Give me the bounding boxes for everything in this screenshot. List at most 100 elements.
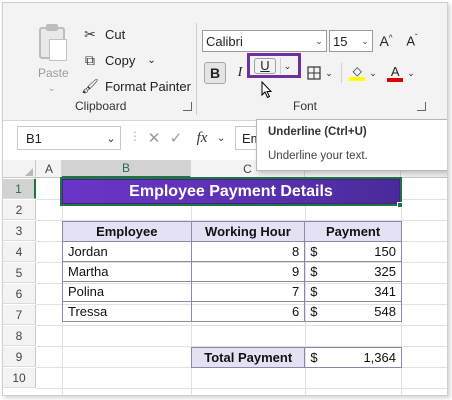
font-dialog-launcher-icon[interactable] bbox=[417, 102, 426, 111]
chevron-down-icon[interactable]: ⌄ bbox=[147, 55, 155, 66]
borders-button[interactable]: ⌄ bbox=[303, 62, 337, 84]
row-header[interactable]: 6 bbox=[3, 284, 36, 304]
hours-cell[interactable]: 7 bbox=[190, 281, 306, 302]
increase-font-size-button[interactable]: A^ bbox=[376, 30, 396, 52]
worksheet-grid[interactable]: A B C 1 2 3 4 5 6 7 8 9 10 Employee Paym… bbox=[3, 160, 447, 395]
select-all-button[interactable] bbox=[3, 160, 36, 178]
underline-tooltip: Underline (Ctrl+U) Underline your text. bbox=[256, 119, 447, 171]
cell-selection-outline bbox=[60, 177, 402, 206]
header-payment[interactable]: Payment bbox=[304, 221, 402, 242]
paste-button[interactable]: Paste ⌄ bbox=[25, 24, 77, 93]
table-row: Jordan 8 $ 150 bbox=[62, 241, 402, 262]
more-options-icon: ⋮ bbox=[129, 129, 141, 143]
cancel-icon[interactable]: ✕ bbox=[143, 129, 165, 147]
hours-cell[interactable]: 8 bbox=[190, 241, 306, 262]
payment-cell[interactable]: 548 bbox=[328, 301, 402, 322]
fill-color-button[interactable]: ◇ ⌄ bbox=[345, 62, 381, 84]
cell-reference: B1 bbox=[26, 130, 42, 146]
font-color-button[interactable]: A ⌄ bbox=[383, 62, 419, 84]
total-label-cell[interactable]: Total Payment bbox=[190, 347, 306, 368]
chevron-down-icon: ⌄ bbox=[48, 83, 56, 93]
row-header[interactable]: 4 bbox=[3, 242, 36, 262]
header-working-hour[interactable]: Working Hour bbox=[190, 221, 306, 242]
table-row: Tressa 6 $ 548 bbox=[62, 301, 402, 322]
insert-function-button[interactable]: fx bbox=[187, 130, 217, 147]
chevron-down-icon: ⌄ bbox=[369, 67, 377, 78]
total-value-cell[interactable]: 1,364 bbox=[328, 347, 402, 368]
font-name-dropdown[interactable]: Calibri ⌄ bbox=[202, 30, 327, 52]
hours-cell[interactable]: 6 bbox=[190, 301, 306, 322]
currency-cell[interactable]: $ bbox=[304, 281, 329, 302]
currency-cell[interactable]: $ bbox=[304, 241, 329, 262]
excel-window: Paste ⌄ ✂ Cut ⧉ Copy ⌄ 🖌 Format Painter … bbox=[2, 2, 448, 396]
format-painter-button[interactable]: 🖌 Format Painter bbox=[81, 77, 191, 95]
row-header[interactable]: 2 bbox=[3, 200, 36, 220]
column-header-a[interactable]: A bbox=[37, 160, 62, 178]
chevron-down-icon[interactable]: ⌄ bbox=[217, 133, 225, 144]
payment-cell[interactable]: 325 bbox=[328, 261, 402, 282]
enter-check-icon[interactable]: ✓ bbox=[165, 129, 187, 147]
bold-label: B bbox=[209, 65, 221, 81]
payment-cell[interactable]: 150 bbox=[328, 241, 402, 262]
total-currency-cell[interactable]: $ bbox=[304, 347, 329, 368]
table-row: Polina 7 $ 341 bbox=[62, 281, 402, 302]
italic-button[interactable]: I bbox=[232, 62, 248, 84]
font-color-icon: A bbox=[387, 65, 404, 82]
decrease-font-size-button[interactable]: Aˇ bbox=[401, 30, 423, 52]
column-header-b[interactable]: B bbox=[62, 160, 191, 178]
copy-button[interactable]: ⧉ Copy ⌄ bbox=[81, 51, 156, 69]
ribbon: Paste ⌄ ✂ Cut ⧉ Copy ⌄ 🖌 Format Painter … bbox=[3, 3, 447, 121]
table-row: Martha 9 $ 325 bbox=[62, 261, 402, 282]
header-employee[interactable]: Employee bbox=[62, 221, 192, 242]
chevron-down-icon[interactable]: ⌄ bbox=[280, 58, 294, 74]
clipboard-group-label: Clipboard bbox=[75, 99, 127, 113]
bold-button[interactable]: B bbox=[204, 62, 226, 84]
row-header[interactable]: 10 bbox=[3, 368, 36, 388]
format-painter-label: Format Painter bbox=[105, 78, 191, 94]
row-header[interactable]: 8 bbox=[3, 326, 36, 346]
row-header[interactable]: 5 bbox=[3, 263, 36, 283]
chevron-down-icon[interactable]: ⌄ bbox=[102, 132, 120, 145]
row-header[interactable]: 7 bbox=[3, 305, 36, 325]
tooltip-description: Underline your text. bbox=[268, 150, 368, 162]
payment-cell[interactable]: 341 bbox=[328, 281, 402, 302]
font-size-value: 15 bbox=[333, 33, 348, 49]
employee-cell[interactable]: Martha bbox=[62, 261, 192, 282]
group-separator bbox=[196, 23, 197, 115]
fill-handle[interactable] bbox=[397, 202, 403, 208]
row-header[interactable]: 1 bbox=[3, 179, 36, 199]
decrease-font-icon: Aˇ bbox=[406, 33, 418, 49]
hours-cell[interactable]: 9 bbox=[190, 261, 306, 282]
currency-cell[interactable]: $ bbox=[304, 261, 329, 282]
copy-icon: ⧉ bbox=[85, 51, 95, 68]
font-group-label: Font bbox=[293, 99, 318, 113]
underline-button[interactable]: U ⌄ bbox=[247, 53, 301, 78]
cut-button[interactable]: ✂ Cut bbox=[81, 25, 125, 43]
mouse-cursor-icon bbox=[261, 81, 273, 99]
employee-cell[interactable]: Tressa bbox=[62, 301, 192, 322]
cut-label: Cut bbox=[105, 26, 126, 42]
tooltip-title: Underline (Ctrl+U) bbox=[268, 126, 367, 138]
italic-label: I bbox=[237, 65, 243, 80]
employee-cell[interactable]: Polina bbox=[62, 281, 192, 302]
total-table: Total Payment $ 1,364 bbox=[190, 347, 402, 368]
table-header-row: Employee Working Hour Payment bbox=[62, 221, 402, 242]
employee-table: Employee Working Hour Payment Jordan 8 $… bbox=[62, 221, 402, 322]
paintbrush-icon: 🖌 bbox=[81, 77, 99, 94]
row-header[interactable]: 9 bbox=[3, 347, 36, 367]
employee-cell[interactable]: Jordan bbox=[62, 241, 192, 262]
scissors-icon: ✂ bbox=[84, 25, 96, 42]
clipboard-dialog-launcher-icon[interactable] bbox=[183, 102, 192, 111]
chevron-down-icon: ⌄ bbox=[407, 67, 415, 78]
total-row: Total Payment $ 1,364 bbox=[190, 347, 402, 368]
borders-icon bbox=[307, 66, 321, 80]
name-box[interactable]: B1 ⌄ bbox=[17, 126, 121, 150]
currency-cell[interactable]: $ bbox=[304, 301, 329, 322]
font-size-dropdown[interactable]: 15 ⌄ bbox=[329, 30, 373, 52]
copy-label: Copy bbox=[105, 52, 136, 68]
underline-label: U bbox=[254, 58, 276, 74]
row-header[interactable]: 3 bbox=[3, 221, 36, 241]
increase-font-icon: A^ bbox=[379, 33, 393, 49]
chevron-down-icon: ⌄ bbox=[361, 35, 369, 46]
paint-bucket-icon: ◇ bbox=[349, 65, 366, 81]
